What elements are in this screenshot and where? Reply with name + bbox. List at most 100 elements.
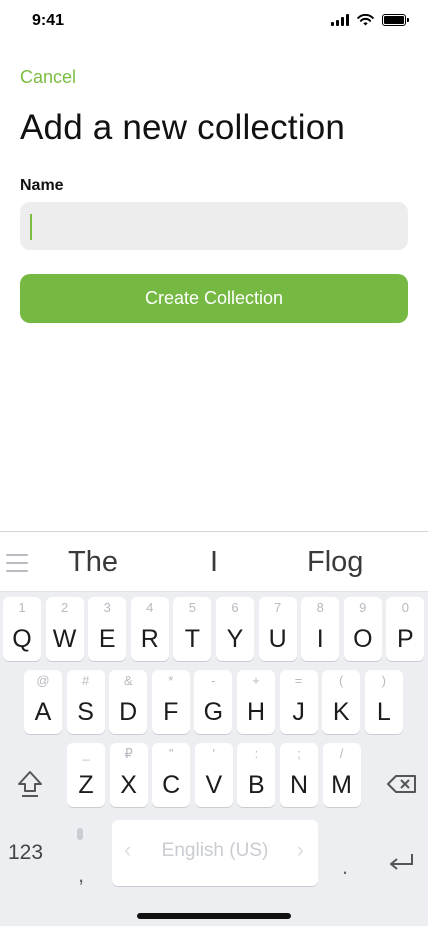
key-label: C — [162, 771, 181, 799]
key-n[interactable]: ; N — [280, 743, 318, 807]
key-m[interactable]: / M — [322, 743, 361, 807]
key-label: K — [332, 698, 350, 726]
key-hint: " — [168, 746, 174, 761]
key-d[interactable]: & D — [109, 670, 148, 734]
key-hint: = — [294, 673, 303, 688]
key-hint: 1 — [18, 600, 26, 615]
key-label: E — [98, 625, 116, 653]
key-hint: ' — [212, 746, 216, 761]
battery-icon — [382, 14, 409, 26]
key-row-3: _ Z ₽ X " C ' V: B; N / M — [0, 743, 428, 807]
name-input[interactable] — [20, 202, 408, 250]
key-hint: 9 — [359, 600, 367, 615]
cancel-button[interactable]: Cancel — [20, 67, 76, 88]
key-j[interactable]: = J — [279, 670, 318, 734]
key-row-2: @ A # S & D * F - G + H = J(K) L — [0, 670, 428, 734]
key-hint: @ — [36, 673, 50, 688]
status-icons — [331, 14, 409, 26]
key-label: S — [77, 698, 94, 726]
key-hint: + — [252, 673, 260, 688]
key-hint: 7 — [273, 600, 282, 615]
key-u[interactable]: 7U — [258, 597, 297, 661]
key-r[interactable]: 4R — [130, 597, 169, 661]
key-v[interactable]: ' V — [194, 743, 233, 807]
suggestion-bar: The I Flog — [0, 532, 428, 592]
key-label: I — [316, 625, 324, 653]
key-hint: & — [123, 673, 133, 688]
key-e[interactable]: 3E — [88, 597, 127, 661]
key-hint: 6 — [231, 600, 239, 615]
microphone-icon[interactable] — [74, 826, 86, 856]
key-label: H — [246, 698, 266, 726]
page-title: Add a new collection — [20, 108, 346, 147]
key-l[interactable]: ) L — [364, 670, 403, 734]
key-hint: 8 — [316, 600, 324, 615]
numbers-key[interactable]: 123 — [8, 841, 43, 865]
key-q[interactable]: 1Q — [3, 597, 41, 661]
text-cursor — [30, 214, 32, 240]
key-label: V — [205, 771, 223, 799]
key-x[interactable]: ₽ X — [109, 743, 148, 807]
key-c[interactable]: " C — [152, 743, 191, 807]
key-label: R — [140, 625, 159, 653]
key-g[interactable]: -G — [194, 670, 233, 734]
key-hint: _ — [82, 746, 90, 761]
key-p[interactable]: 0P — [386, 597, 425, 661]
key-label: T — [184, 625, 201, 653]
key-i[interactable]: 8I — [301, 597, 340, 661]
shift-key-icon[interactable] — [12, 766, 48, 802]
key-s[interactable]: # S — [66, 670, 105, 734]
space-key-label: English (US) — [161, 840, 269, 861]
key-k[interactable]: (K — [322, 670, 361, 734]
suggestion-3[interactable]: Flog — [307, 546, 363, 579]
suggestion-2[interactable]: I — [210, 546, 218, 579]
key-hint: 3 — [103, 600, 111, 615]
key-label: P — [397, 625, 414, 653]
wifi-icon — [357, 14, 374, 26]
key-hint: ) — [381, 673, 386, 688]
key-label: G — [203, 698, 224, 726]
key-label: A — [34, 698, 52, 726]
key-f[interactable]: * F — [151, 670, 190, 734]
keyboard-menu-icon[interactable] — [6, 554, 28, 572]
key-h[interactable]: + H — [237, 670, 275, 734]
key-a[interactable]: @ A — [24, 670, 62, 734]
key-hint: / — [339, 746, 344, 761]
key-hint: * — [168, 673, 174, 688]
key-hint: 5 — [188, 600, 196, 615]
key-label: W — [52, 625, 77, 653]
key-label: U — [268, 625, 287, 653]
key-label: Q — [12, 625, 32, 653]
key-t[interactable]: 5T — [173, 597, 212, 661]
status-bar: 9:41 — [0, 0, 428, 44]
backspace-key-icon[interactable] — [384, 766, 420, 802]
key-label: J — [292, 698, 305, 726]
key-o[interactable]: 9O — [343, 597, 382, 661]
home-indicator — [137, 913, 291, 919]
suggestion-1[interactable]: The — [68, 546, 118, 579]
key-hint: # — [81, 673, 90, 688]
key-label: X — [120, 771, 137, 799]
key-b[interactable]: :B — [237, 743, 276, 807]
key-hint: : — [254, 746, 259, 761]
create-collection-button[interactable]: Create Collection — [20, 274, 408, 323]
period-key[interactable]: . — [342, 854, 348, 880]
key-hint: ₽ — [124, 746, 133, 761]
key-w[interactable]: 2W — [45, 597, 84, 661]
key-label: Z — [78, 771, 94, 799]
key-label: Y — [226, 625, 244, 653]
name-field-label: Name — [20, 177, 64, 194]
comma-key[interactable]: , — [78, 862, 84, 888]
key-hint: 0 — [401, 600, 409, 615]
key-label: O — [353, 625, 373, 653]
key-hint: 2 — [60, 600, 69, 615]
key-y[interactable]: 6Y — [216, 597, 254, 661]
key-hint: ( — [339, 673, 344, 688]
key-label: M — [331, 771, 352, 799]
enter-key-icon[interactable] — [386, 850, 416, 874]
chevron-right-icon: › — [296, 837, 304, 862]
key-z[interactable]: _ Z — [67, 743, 105, 807]
space-key[interactable]: ‹ English (US) › — [112, 820, 318, 886]
key-row-1: 1Q2W3E4R5T6Y7U8I9O0P — [0, 597, 428, 661]
key-hint: - — [211, 673, 216, 688]
